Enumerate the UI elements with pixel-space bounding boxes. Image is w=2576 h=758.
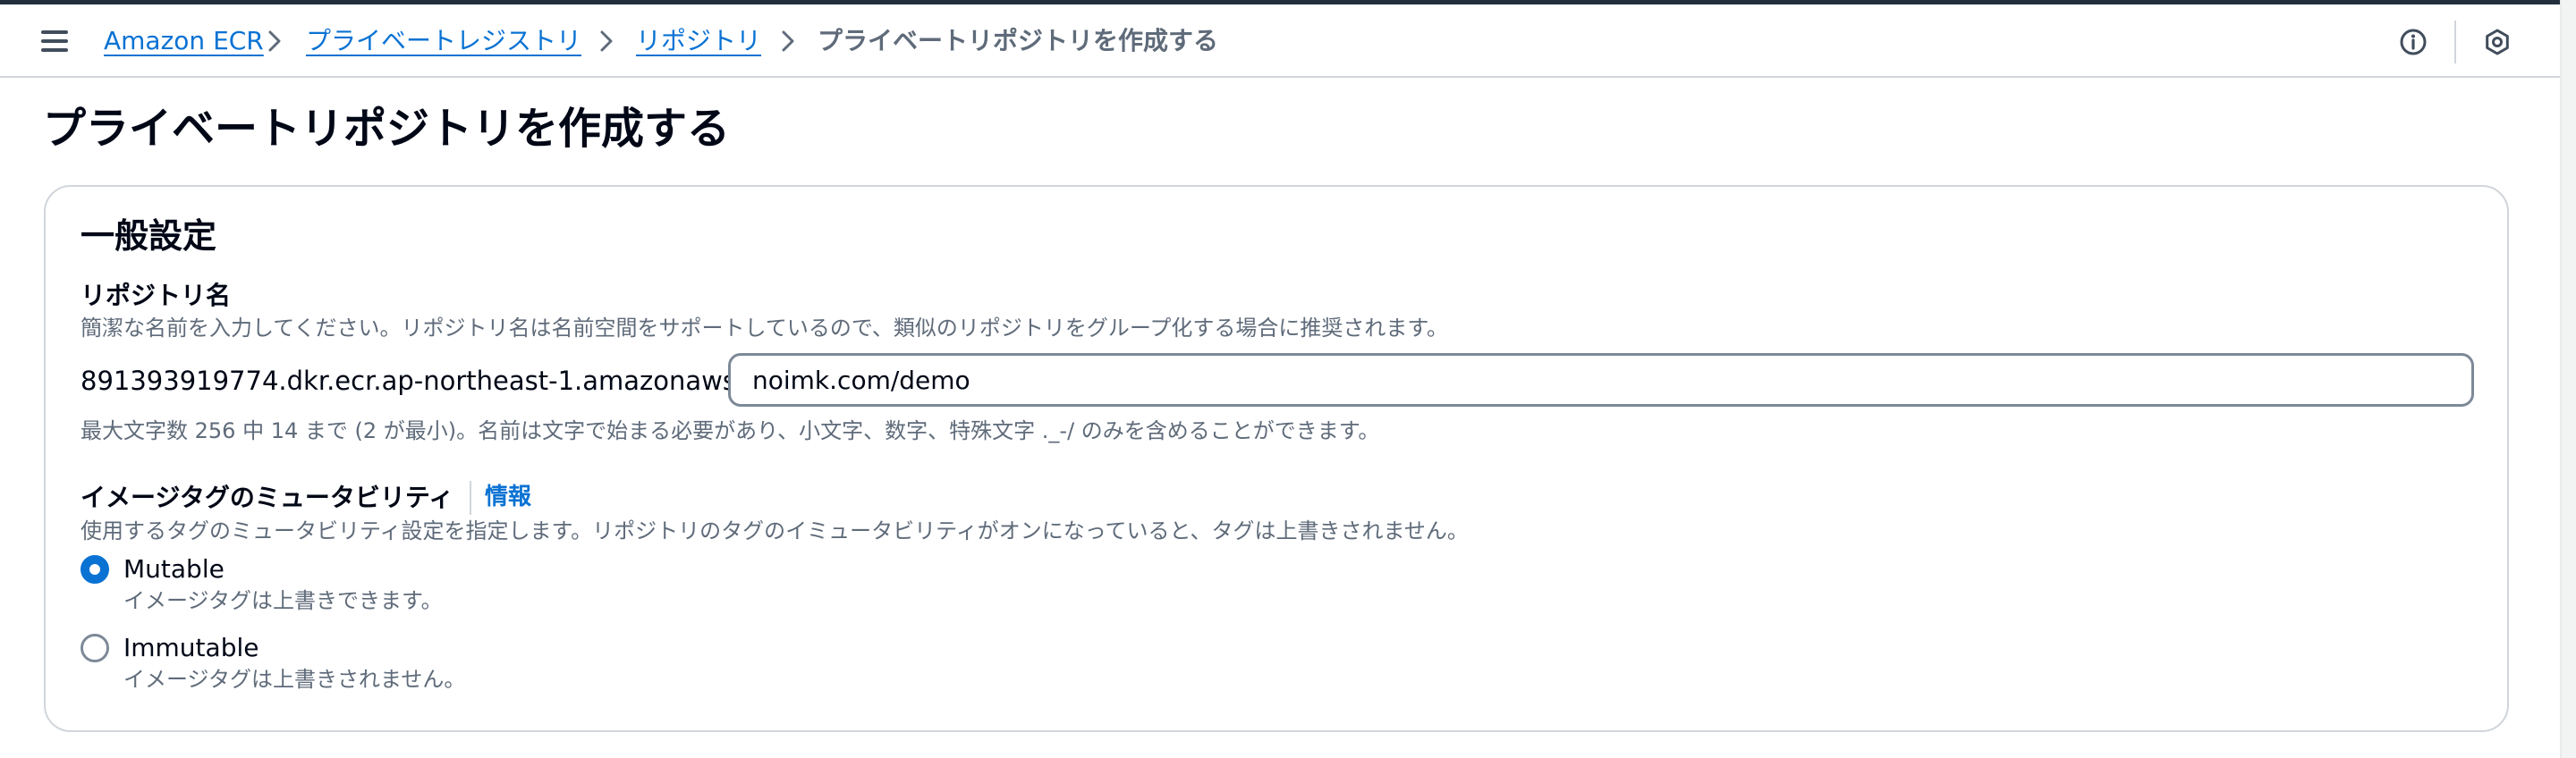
- header-divider: [2454, 21, 2456, 63]
- info-divider: [470, 481, 471, 515]
- mutable-option-description: イメージタグは上書きできます。: [123, 588, 443, 613]
- repository-uri-prefix: 891393919774.dkr.ecr.ap-northeast-1.amaz…: [80, 366, 809, 396]
- chevron-right-icon: [600, 30, 613, 52]
- info-link[interactable]: 情報: [485, 479, 531, 515]
- immutable-radio[interactable]: [80, 634, 109, 662]
- page-scrollbar[interactable]: [2560, 0, 2576, 758]
- tag-mutability-description: 使用するタグのミュータビリティ設定を指定します。リポジトリのタグのイミュータビリ…: [80, 518, 1469, 543]
- hamburger-menu-icon[interactable]: [41, 29, 68, 53]
- immutable-option-description: イメージタグは上書きされません。: [123, 667, 466, 692]
- repository-name-label: リポジトリ名: [80, 281, 232, 310]
- section-title: 一般設定: [80, 216, 217, 256]
- tag-mutability-label: イメージタグのミュータビリティ: [80, 483, 454, 512]
- general-settings-container: [44, 185, 2509, 732]
- breadcrumb-current: プライベートリポジトリを作成する: [818, 26, 1219, 55]
- top-navigation-bar: Amazon ECR プライベートレジストリ リポジトリ プライベートリポジトリ…: [0, 4, 2560, 78]
- repository-name-description: 簡潔な名前を入力してください。リポジトリ名は名前空間をサポートしているので、類似…: [80, 316, 1449, 341]
- mutable-radio[interactable]: [80, 555, 109, 584]
- repository-name-input[interactable]: [728, 353, 2474, 407]
- immutable-radio-label[interactable]: Immutable: [123, 630, 258, 666]
- chevron-right-icon: [782, 30, 794, 52]
- page-title: プライベートリポジトリを作成する: [43, 104, 731, 154]
- chevron-right-icon: [268, 30, 281, 52]
- mutable-radio-label[interactable]: Mutable: [123, 552, 225, 587]
- breadcrumb-item-amazon-ecr[interactable]: Amazon ECR: [104, 21, 264, 62]
- hexagon-settings-icon[interactable]: [2483, 28, 2512, 56]
- repository-name-constraint: 最大文字数 256 中 14 まで (2 が最小)。名前は文字で始まる必要があり…: [80, 418, 1380, 443]
- breadcrumb-item-repositories[interactable]: リポジトリ: [636, 21, 761, 62]
- breadcrumb-item-private-registry[interactable]: プライベートレジストリ: [306, 21, 581, 62]
- info-circle-icon[interactable]: [2399, 28, 2428, 56]
